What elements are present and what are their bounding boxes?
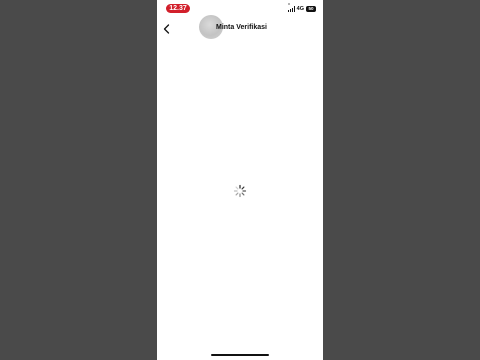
phone-screen: 12.37 4G 50 Minta Verifikasi — [157, 0, 323, 360]
home-indicator[interactable] — [211, 354, 269, 356]
chevron-left-icon[interactable] — [161, 22, 173, 34]
status-bar: 12.37 4G 50 — [157, 0, 323, 17]
network-type: 4G — [296, 6, 304, 12]
page-title: Minta Verifikasi — [216, 24, 267, 31]
battery-icon: 50 — [306, 6, 316, 12]
status-time: 12.37 — [166, 4, 190, 13]
video-backdrop: 12.37 4G 50 Minta Verifikasi — [0, 0, 480, 360]
signal-icon — [287, 6, 295, 12]
loading-spinner-icon — [233, 184, 247, 198]
app-header: Minta Verifikasi — [157, 15, 323, 39]
status-icons: 4G 50 — [287, 5, 316, 13]
